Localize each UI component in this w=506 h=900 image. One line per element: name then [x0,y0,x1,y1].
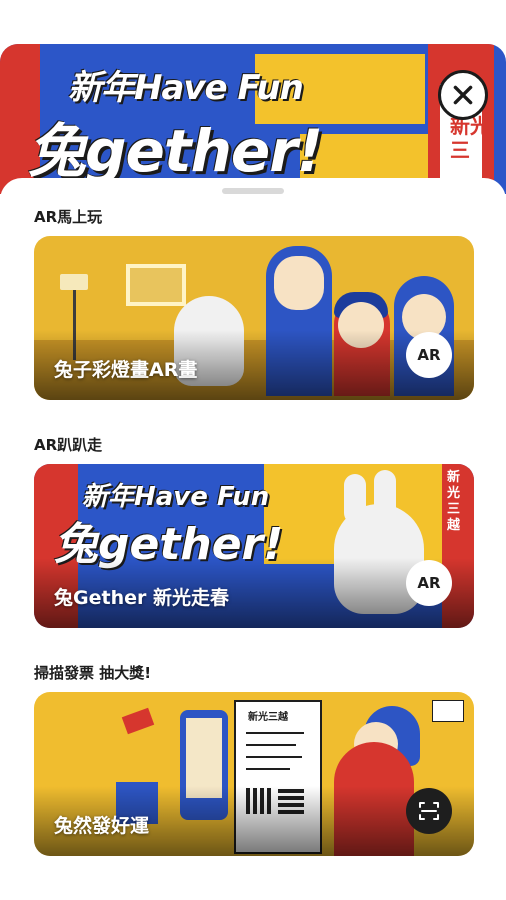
card-art-sign-text: 新光三越 [447,470,461,533]
hero-sign-text: 新光三 [450,114,490,162]
scan-icon [419,802,439,820]
bottom-sheet: AR馬上玩 兔子彩燈畫AR畫 AR AR趴趴走 新光三越 新年Have Fun … [0,178,506,900]
card-art-picture-frame [126,264,186,306]
ar-badge[interactable]: AR [406,332,452,378]
card-caption: 兔子彩燈畫AR畫 [54,359,198,381]
close-button[interactable] [438,70,488,120]
hero-banner: 新光三 新年Have Fun 兔gether! [0,44,506,194]
card-art-mini-receipt [432,700,464,722]
card-ar-lantern-painting[interactable]: 兔子彩燈畫AR畫 AR [34,236,474,400]
card-art-ticket [121,707,155,735]
hero-title-line2: 兔gether! [28,117,323,185]
ar-badge[interactable]: AR [406,560,452,606]
sheet-drag-handle[interactable] [222,188,284,194]
card-caption: 兔然發好運 [54,815,150,837]
card-art-receipt-line [246,756,302,758]
section-label-ar-play: AR馬上玩 [34,208,103,226]
card-art-receipt-title: 新光三越 [248,712,288,723]
scan-button[interactable] [406,788,452,834]
hero-title-line1: 新年Have Fun [68,68,304,108]
card-art-father-face [274,256,324,310]
card-ar-spring-walk[interactable]: 新光三越 新年Have Fun 兔gether! 兔Gether 新光走春 AR [34,464,474,628]
card-art-receipt-line [246,768,290,770]
card-lucky-draw[interactable]: 新光三越 兔然發好運 [34,692,474,856]
card-art-receipt-line [246,732,304,734]
section-label-ar-walk: AR趴趴走 [34,436,103,454]
section-label-scan-invoice: 掃描發票 抽大獎! [34,664,152,682]
card-art-receipt-line [246,744,296,746]
card-caption: 兔Gether 新光走春 [54,587,229,609]
close-icon [453,85,473,105]
card-art-lamp [60,274,88,290]
